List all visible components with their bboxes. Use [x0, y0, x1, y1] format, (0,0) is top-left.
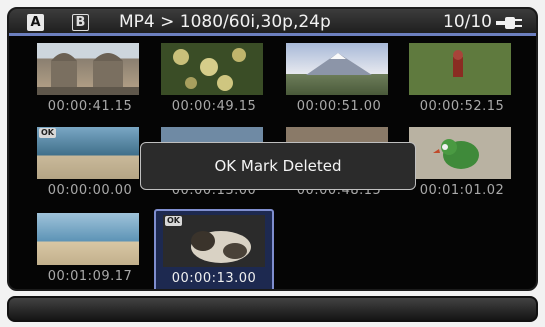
clip-time: 00:01:01.02 — [419, 183, 505, 198]
clip-time: 00:00:49.15 — [171, 99, 257, 114]
clip-time: 00:00:41.15 — [47, 99, 133, 114]
clip-time: 00:01:09.17 — [47, 269, 133, 284]
playback-screen: A B MP4 > 1080/60i,30p,24p 10/10 00:00:4 — [7, 7, 538, 291]
thumbnail-8[interactable]: 00:01:01.02 — [402, 123, 522, 203]
thumbnail-5[interactable]: OK 00:00:00.00 — [30, 123, 150, 203]
bird-image — [409, 127, 511, 179]
thumbnail-9[interactable]: 00:01:09.17 — [30, 209, 150, 289]
ok-mark-badge: OK — [39, 128, 56, 138]
palace-image — [37, 43, 139, 95]
sea-image — [37, 213, 139, 265]
clip-time: 00:00:52.15 — [419, 99, 505, 114]
clip-time: 00:00:00.00 — [47, 183, 133, 198]
ok-mark-badge: OK — [165, 216, 182, 226]
clip-counter: 10/10 — [443, 12, 492, 32]
toy-grass-image — [409, 43, 511, 95]
bottom-bar — [7, 296, 538, 322]
thumbnail-1[interactable]: 00:00:41.15 — [30, 39, 150, 119]
thumbnail-4[interactable]: 00:00:52.15 — [402, 39, 522, 119]
format-label: MP4 > 1080/60i,30p,24p — [119, 12, 331, 32]
flowers-image — [161, 43, 263, 95]
thumbnail-2[interactable]: 00:00:49.15 — [154, 39, 274, 119]
mountain-image — [286, 43, 388, 95]
cat-image: OK — [163, 215, 265, 267]
thumbnail-3[interactable]: 00:00:51.00 — [279, 39, 399, 119]
status-bar: A B MP4 > 1080/60i,30p,24p 10/10 — [9, 9, 536, 36]
beach-image: OK — [37, 127, 139, 179]
clip-time: 00:00:51.00 — [296, 99, 382, 114]
slot-a-indicator[interactable]: A — [27, 14, 44, 31]
plug-icon — [496, 17, 522, 29]
clip-time: 00:00:13.00 — [171, 271, 257, 286]
thumbnail-10-selected[interactable]: OK 00:00:13.00 — [154, 209, 274, 289]
slot-b-indicator[interactable]: B — [72, 14, 89, 31]
message-dialog: OK Mark Deleted — [140, 142, 416, 190]
